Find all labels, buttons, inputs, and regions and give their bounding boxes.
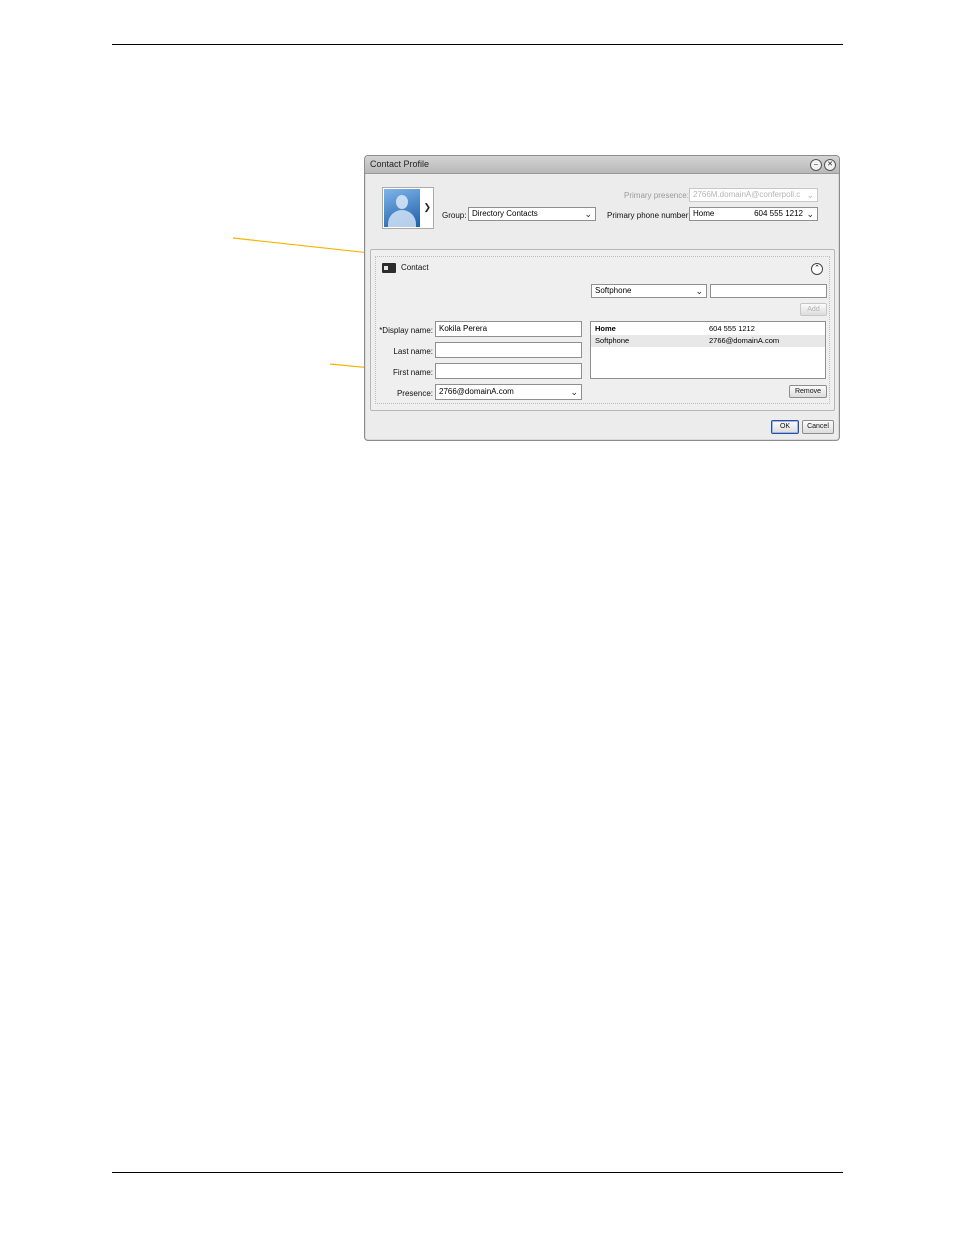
ok-button[interactable]: OK: [771, 420, 799, 434]
list-item[interactable]: Softphone 2766@domainA.com: [591, 335, 825, 347]
group-select[interactable]: Directory Contacts ⌄: [468, 207, 596, 221]
avatar-picker[interactable]: ❯: [382, 187, 434, 229]
dialog-titlebar: Contact Profile – ✕: [365, 156, 839, 174]
section-title: Contact: [401, 263, 429, 272]
primary-phone-select[interactable]: Home 604 555 1212 ⌄: [689, 207, 818, 221]
page-header-rule: [112, 44, 843, 45]
avatar-body-shape: [388, 210, 416, 227]
minimize-icon[interactable]: –: [810, 159, 822, 171]
first-name-input[interactable]: [435, 363, 582, 379]
presence-value: 2766@domainA.com: [439, 387, 514, 396]
group-value: Directory Contacts: [472, 209, 538, 218]
contact-profile-dialog: Contact Profile – ✕ ❯ Group: Directory C…: [364, 155, 840, 441]
number-value: 604 555 1212: [709, 324, 755, 333]
contact-section: Contact ⌃ Softphone ⌄ Add *Display name:…: [370, 249, 835, 411]
contact-section-body: Contact ⌃ Softphone ⌄ Add *Display name:…: [375, 256, 830, 404]
avatar: [384, 189, 420, 227]
page-footer-rule: [112, 1172, 843, 1173]
dialog-title: Contact Profile: [370, 159, 430, 169]
chevron-down-icon: ⌄: [584, 209, 592, 219]
number-type: Softphone: [595, 336, 630, 345]
primary-phone-label: Primary phone number:: [607, 211, 691, 220]
remove-button[interactable]: Remove: [789, 385, 827, 398]
cancel-button[interactable]: Cancel: [802, 420, 834, 434]
add-button[interactable]: Add: [800, 303, 827, 316]
contact-card-icon: [382, 263, 396, 273]
chevron-down-icon: ⌄: [570, 387, 578, 397]
number-value: 2766@domainA.com: [709, 336, 780, 345]
close-icon[interactable]: ✕: [824, 159, 836, 171]
phone-number-input[interactable]: [710, 284, 827, 298]
list-item[interactable]: Home 604 555 1212: [591, 323, 825, 335]
group-label: Group:: [442, 211, 467, 220]
phone-type-select[interactable]: Softphone ⌄: [591, 284, 707, 298]
primary-phone-value: 604 555 1212: [754, 209, 803, 218]
primary-phone-type: Home: [693, 209, 715, 218]
primary-presence-select[interactable]: 2766M.domainA@conferpoll.c ⌄: [689, 188, 818, 202]
chevron-down-icon: ⌄: [806, 209, 814, 219]
avatar-head-shape: [396, 195, 408, 209]
display-name-label: *Display name:: [379, 326, 433, 335]
chevron-down-icon: ⌄: [695, 286, 703, 296]
presence-label: Presence:: [396, 389, 433, 398]
phone-number-list[interactable]: Home 604 555 1212 Softphone 2766@domainA…: [590, 321, 826, 379]
last-name-label: Last name:: [393, 347, 433, 356]
first-name-label: First name:: [392, 368, 433, 377]
chevron-down-icon: ⌄: [806, 190, 814, 200]
primary-presence-label: Primary presence:: [624, 191, 689, 200]
collapse-icon[interactable]: ⌃: [811, 263, 823, 275]
chevron-down-icon[interactable]: ❯: [423, 202, 431, 213]
number-type: Home: [595, 324, 616, 333]
presence-select[interactable]: 2766@domainA.com ⌄: [435, 384, 582, 400]
display-name-input[interactable]: Kokila Perera: [435, 321, 582, 337]
last-name-input[interactable]: [435, 342, 582, 358]
primary-presence-value: 2766M.domainA@conferpoll.c: [693, 190, 801, 199]
phone-type-value: Softphone: [595, 286, 632, 295]
